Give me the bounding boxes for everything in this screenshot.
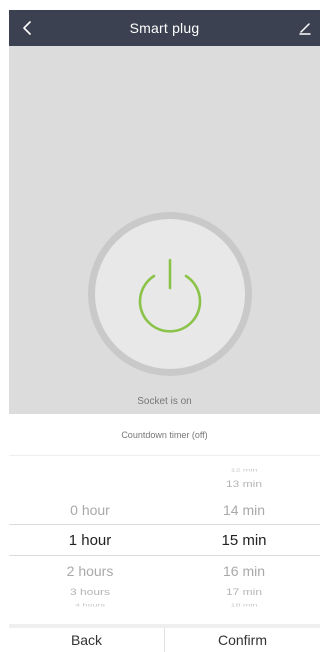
picker-option[interactable]: 16 min: [169, 563, 319, 579]
picker-option[interactable]: 12 min: [169, 467, 319, 473]
minutes-wheel[interactable]: 12 min 13 min 14 min 15 min 16 min 17 mi…: [169, 457, 319, 619]
picker-option[interactable]: 0 hour: [15, 502, 165, 518]
confirm-button[interactable]: Confirm: [165, 628, 320, 652]
picker-option[interactable]: 4 hours: [15, 602, 165, 608]
pencil-icon: [299, 23, 311, 35]
picker-option[interactable]: 14 min: [169, 502, 319, 518]
picker-option[interactable]: 13 min: [169, 478, 319, 489]
countdown-timer-label: Countdown timer (off): [9, 414, 320, 456]
power-icon: [138, 258, 202, 333]
top-nav-bar: Smart plug: [9, 10, 320, 46]
picker-option[interactable]: 18 min: [169, 602, 319, 608]
back-action-button[interactable]: Back: [9, 628, 164, 652]
power-ring: [88, 212, 252, 376]
picker-option[interactable]: 3 hours: [15, 586, 165, 597]
power-button[interactable]: [95, 219, 245, 369]
back-button[interactable]: [17, 17, 39, 39]
time-picker[interactable]: 0 hour 1 hour 2 hours 3 hours 4 hours 12…: [9, 457, 320, 619]
hours-wheel[interactable]: 0 hour 1 hour 2 hours 3 hours 4 hours: [15, 457, 165, 619]
page-title: Smart plug: [129, 20, 200, 36]
device-stage: Socket is on: [9, 46, 320, 414]
picker-option[interactable]: 17 min: [169, 586, 319, 597]
chevron-left-icon: [23, 21, 31, 35]
action-bar: Back Confirm: [9, 628, 320, 652]
edit-button[interactable]: [294, 17, 316, 39]
picker-option[interactable]: 2 hours: [15, 563, 165, 579]
picker-option-selected[interactable]: 15 min: [169, 532, 319, 549]
picker-option-selected[interactable]: 1 hour: [15, 532, 165, 549]
socket-status: Socket is on: [137, 396, 192, 407]
